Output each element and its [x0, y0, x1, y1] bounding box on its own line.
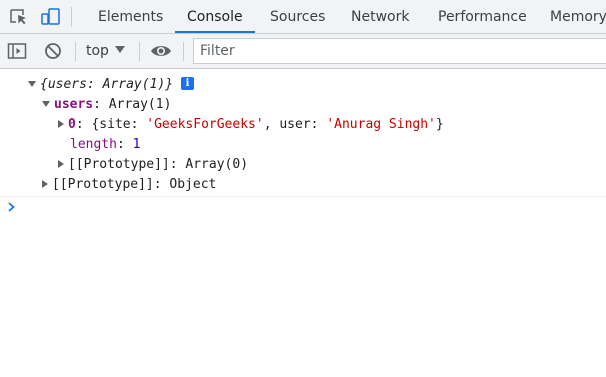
devtools-panel: Elements Console Sources Network Perform…: [0, 0, 606, 377]
property-separator: :: [93, 97, 109, 112]
object-open: {site:: [91, 117, 147, 132]
info-badge-icon[interactable]: i: [181, 77, 195, 90]
prototype-label: [[Prototype]]: [52, 177, 154, 192]
chevron-down-icon: [114, 45, 125, 53]
prompt-chevron-icon[interactable]: [6, 200, 18, 214]
brace-open: {: [40, 77, 48, 92]
property-separator: :: [75, 117, 92, 132]
toolbar-separator: [75, 42, 76, 61]
console-log-entry[interactable]: {users: Array(1)} i: [28, 75, 195, 95]
property-users[interactable]: users: Array(1): [42, 95, 171, 115]
log-divider: [0, 196, 606, 197]
preview-separator: :: [86, 77, 103, 92]
object-preview: {users: Array(1)}: [40, 77, 173, 92]
array-index: 0: [68, 117, 76, 132]
property-value: 1: [132, 137, 141, 152]
device-toolbar-icon[interactable]: [40, 7, 62, 27]
tabbar-separator: [71, 7, 72, 27]
array-item-0[interactable]: 0: {site: 'GeeksForGeeks', user: 'Anurag…: [58, 115, 444, 135]
tab-performance[interactable]: Performance: [438, 0, 527, 34]
inspect-element-icon[interactable]: [8, 7, 30, 27]
tab-elements[interactable]: Elements: [98, 0, 163, 34]
property-value: Array(1): [108, 97, 172, 112]
expand-triangle-icon[interactable]: [42, 100, 50, 107]
user-value: 'Anurag Singh': [326, 117, 436, 132]
property-key: users: [54, 97, 94, 112]
toolbar-separator: [183, 42, 184, 61]
expand-triangle-icon[interactable]: [28, 80, 36, 87]
tab-network[interactable]: Network: [351, 0, 409, 34]
context-selector[interactable]: top: [86, 41, 125, 61]
collapse-triangle-icon[interactable]: [42, 179, 48, 188]
tab-memory[interactable]: Memory: [550, 0, 606, 34]
site-value: 'GeeksForGeeks': [146, 117, 264, 132]
toolbar-separator: [139, 42, 140, 61]
tab-sources[interactable]: Sources: [270, 0, 325, 34]
sidebar-toggle-icon[interactable]: [7, 42, 27, 60]
active-tab-indicator: [175, 31, 255, 33]
context-selector-label: top: [86, 43, 109, 59]
property-value: Array(0): [185, 157, 249, 172]
property-separator: :: [169, 157, 186, 172]
property-separator: :: [153, 177, 170, 192]
console-output: {users: Array(1)} i users: Array(1) 0: {s…: [0, 69, 606, 377]
property-key: length: [70, 137, 117, 152]
property-length: length: 1: [70, 135, 140, 155]
filter-input[interactable]: [193, 38, 606, 64]
object-close: }: [435, 117, 444, 132]
preview-value: Array(1): [102, 77, 166, 92]
tab-console[interactable]: Console: [187, 0, 243, 34]
live-expression-eye-icon[interactable]: [149, 42, 173, 60]
property-array-prototype[interactable]: [[Prototype]]: Array(0): [58, 155, 248, 175]
console-toolbar: top: [0, 34, 606, 69]
brace-close: }: [165, 77, 174, 92]
devtools-tabbar: Elements Console Sources Network Perform…: [0, 0, 606, 34]
clear-console-icon[interactable]: [43, 42, 63, 60]
preview-key: users: [47, 77, 87, 92]
collapse-triangle-icon[interactable]: [58, 159, 64, 168]
property-separator: :: [116, 137, 133, 152]
object-mid: , user:: [263, 117, 327, 132]
property-value: Object: [169, 177, 217, 192]
property-object-prototype[interactable]: [[Prototype]]: Object: [42, 175, 216, 195]
prototype-label: [[Prototype]]: [68, 157, 170, 172]
collapse-triangle-icon[interactable]: [58, 119, 64, 128]
